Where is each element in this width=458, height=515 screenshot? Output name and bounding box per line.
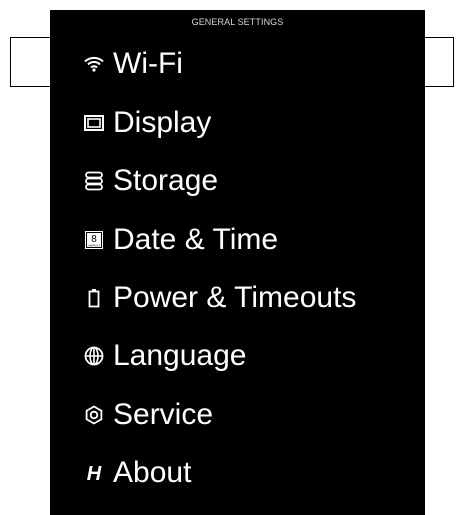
brand-logo-icon: H: [83, 462, 105, 484]
menu-item-label: Service: [113, 398, 214, 431]
service-icon: [83, 404, 105, 426]
menu-item-label: Language: [113, 339, 247, 372]
menu-item-label: Wi-Fi: [113, 47, 183, 80]
menu-item-label: About: [113, 456, 192, 489]
settings-panel: GENERAL SETTINGS Wi-Fi Display Storage 8…: [50, 10, 425, 515]
display-icon: [83, 112, 105, 134]
menu-item-display[interactable]: Display: [50, 99, 425, 147]
battery-icon: [83, 287, 105, 309]
menu-item-about[interactable]: H About: [50, 449, 425, 497]
menu-item-storage[interactable]: Storage: [50, 157, 425, 205]
menu-item-date-time[interactable]: 8 MARCH Date & Time: [50, 216, 425, 264]
brand-logo-letter: H: [87, 463, 102, 483]
menu-item-label: Power & Timeouts: [113, 281, 357, 314]
page-title: GENERAL SETTINGS: [191, 17, 284, 27]
menu-item-label: Storage: [113, 164, 219, 197]
globe-icon: [83, 345, 105, 367]
menu-item-label: Display: [113, 106, 212, 139]
wifi-icon: [83, 53, 105, 75]
menu-item-language[interactable]: Language: [50, 332, 425, 380]
calendar-month-text: MARCH: [89, 244, 100, 248]
menu-item-wifi[interactable]: Wi-Fi: [50, 40, 425, 88]
calendar-icon: 8 MARCH: [83, 229, 105, 251]
menu-item-power-timeouts[interactable]: Power & Timeouts: [50, 274, 425, 322]
storage-icon: [83, 170, 105, 192]
menu-item-service[interactable]: Service: [50, 391, 425, 439]
menu-item-label: Date & Time: [113, 223, 279, 256]
